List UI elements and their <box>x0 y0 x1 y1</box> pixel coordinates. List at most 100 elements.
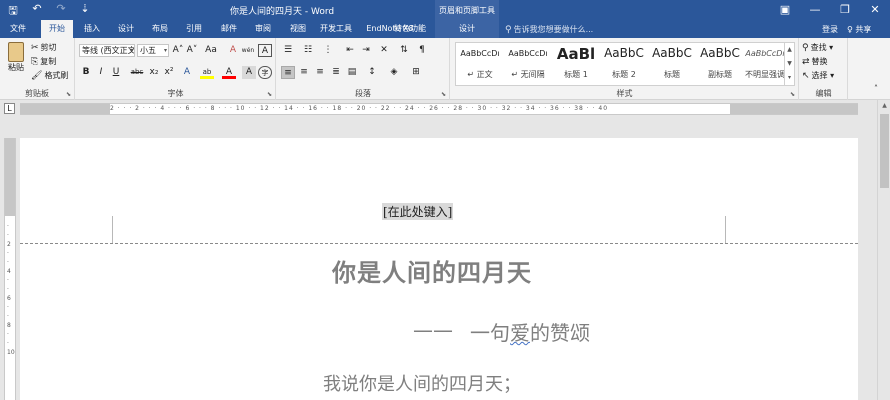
vertical-ruler[interactable]: · · 2 · · 4 · · 6 · · 8 · · 10 <box>4 138 16 400</box>
style-preview: AaBbCcDı <box>460 49 500 58</box>
scroll-up-icon[interactable]: ▲ <box>878 100 890 112</box>
character-border-button[interactable]: A <box>258 44 272 57</box>
share-button[interactable]: ♀ 共享 <box>847 24 871 35</box>
dialog-launcher-icon[interactable]: ⬊ <box>441 91 446 98</box>
sign-in-link[interactable]: 登录 <box>822 24 838 35</box>
justify-icon[interactable]: ≣ <box>329 66 343 79</box>
paste-button[interactable]: 粘贴 <box>5 42 27 73</box>
clear-formatting-button[interactable]: A <box>226 44 240 57</box>
document-subtitle[interactable]: 一句爱的赞颂 <box>470 317 590 346</box>
chevron-up-icon[interactable]: ▲ <box>785 43 794 57</box>
decrease-indent-icon[interactable]: ⇤ <box>343 44 357 57</box>
grow-font-button[interactable]: A˄ <box>171 44 185 57</box>
tab-header-footer-design[interactable]: 设计 <box>435 20 499 38</box>
font-name-dropdown[interactable]: 等线 (西文正文) ▾ <box>79 44 135 57</box>
dialog-launcher-icon[interactable]: ⬊ <box>267 91 272 98</box>
format-painter-button[interactable]: 🖌 格式刷 <box>31 70 68 81</box>
shading-icon[interactable]: ◈ <box>387 66 401 79</box>
document-title[interactable]: 你是人间的四月天 <box>332 253 532 288</box>
align-center-icon[interactable]: ≡ <box>297 66 311 79</box>
bold-button[interactable]: B <box>79 66 93 79</box>
tab-insert[interactable]: 插入 <box>78 20 106 38</box>
phonetic-guide-button[interactable]: wén <box>241 44 255 57</box>
tab-review[interactable]: 审阅 <box>249 20 277 38</box>
tab-home[interactable]: 开始 <box>41 20 73 38</box>
sort-icon[interactable]: ⇅ <box>397 44 411 57</box>
tab-file[interactable]: 文件 <box>0 20 36 38</box>
tab-layout[interactable]: 布局 <box>146 20 174 38</box>
style-name: 副标题 <box>708 70 732 79</box>
tell-me-box[interactable]: ⚲ 告诉我您想要做什么... <box>505 24 593 35</box>
font-color-button[interactable]: A <box>222 66 236 79</box>
highlight-button[interactable]: ab <box>200 66 214 79</box>
show-marks-icon[interactable]: ¶ <box>415 44 429 57</box>
dialog-launcher-icon[interactable]: ⬊ <box>66 91 71 98</box>
style-heading-1[interactable]: AaBl 标题 1 <box>552 43 600 85</box>
ribbon-display-options-icon[interactable]: ▣ <box>770 0 800 20</box>
find-button[interactable]: ⚲ 查找 ▾ <box>802 42 833 53</box>
subtitle-dash[interactable]: —— <box>413 318 453 342</box>
chevron-down-icon[interactable]: ▼ <box>785 57 794 71</box>
italic-button[interactable]: I <box>94 66 108 79</box>
font-size-dropdown[interactable]: 小五 ▾ <box>137 44 169 57</box>
undo-icon[interactable]: ↶ <box>30 2 44 21</box>
tab-selector[interactable]: L <box>4 103 15 114</box>
character-shading-button[interactable]: A <box>242 66 256 79</box>
style-subtitle[interactable]: AaBbC 副标题 <box>696 43 744 85</box>
collapse-ribbon-icon[interactable]: ˄ <box>874 84 878 93</box>
gallery-scroll[interactable]: ▲ ▼ ▾ <box>784 43 794 85</box>
change-case-button[interactable]: Aa <box>202 44 220 57</box>
dialog-launcher-icon[interactable]: ⬊ <box>790 91 795 98</box>
style-normal[interactable]: AaBbCcDı ↵ 正文 <box>456 43 504 85</box>
superscript-button[interactable]: x² <box>162 66 176 79</box>
style-heading-2[interactable]: AaBbC 标题 2 <box>600 43 648 85</box>
horizontal-ruler[interactable]: 2 · · · 2 · · · 4 · · · 6 · · · 8 · · · … <box>20 103 858 115</box>
clipboard-group: 粘贴 ✂ 剪切 ⎘ 复制 🖌 格式刷 剪贴板 ⬊ <box>0 38 75 100</box>
close-icon[interactable]: ✕ <box>860 0 890 20</box>
multilevel-list-icon[interactable]: ⋮ <box>321 44 335 57</box>
tab-developer[interactable]: 开发工具 <box>316 20 356 38</box>
more-icon[interactable]: ▾ <box>785 71 794 85</box>
borders-icon[interactable]: ⊞ <box>409 66 423 79</box>
restore-icon[interactable]: ❐ <box>830 0 860 20</box>
select-button[interactable]: ↖ 选择 ▾ <box>802 70 834 81</box>
align-right-icon[interactable]: ≡ <box>313 66 327 79</box>
quick-access-toolbar: 🖫 ↶ ↷ ⇣ <box>6 2 92 21</box>
scroll-thumb[interactable] <box>880 114 889 188</box>
text-effects-button[interactable]: A <box>180 66 194 79</box>
align-left-icon[interactable]: ≡ <box>281 66 295 79</box>
format-painter-label: 格式刷 <box>44 71 69 80</box>
customize-qat-icon[interactable]: ⇣ <box>78 2 92 21</box>
replace-button[interactable]: ⇄ 替换 <box>802 56 828 67</box>
tab-mailings[interactable]: 邮件 <box>215 20 243 38</box>
copy-button[interactable]: ⎘ 复制 <box>31 56 56 67</box>
subscript-button[interactable]: x₂ <box>147 66 161 79</box>
tab-special-features[interactable]: 特色功能 <box>387 20 433 38</box>
strikethrough-button[interactable]: abc <box>128 66 146 79</box>
tab-design[interactable]: 设计 <box>112 20 140 38</box>
line-spacing-icon[interactable]: ↕ <box>365 66 379 79</box>
numbering-icon[interactable]: ☷ <box>301 44 315 57</box>
style-title[interactable]: AaBbC 标题 <box>648 43 696 85</box>
minimize-icon[interactable]: — <box>800 0 830 20</box>
bullets-icon[interactable]: ☰ <box>281 44 295 57</box>
chevron-down-icon: ▾ <box>829 43 834 52</box>
style-no-spacing[interactable]: AaBbCcDı ↵ 无间隔 <box>504 43 552 85</box>
cut-button[interactable]: ✂ 剪切 <box>31 42 57 53</box>
style-preview: AaBl <box>556 45 596 63</box>
tab-view[interactable]: 视图 <box>284 20 312 38</box>
redo-icon[interactable]: ↷ <box>54 2 68 21</box>
poem-line[interactable]: 我说你是人间的四月天； <box>323 370 521 396</box>
enclose-characters-button[interactable]: 字 <box>258 66 272 79</box>
style-subtle-emphasis[interactable]: AaBbCcDı 不明显强调 <box>744 43 786 85</box>
styles-group-label: 样式 <box>616 89 633 98</box>
save-icon[interactable]: 🖫 <box>6 2 20 21</box>
distributed-icon[interactable]: ▤ <box>345 66 359 79</box>
underline-button[interactable]: U <box>109 66 123 79</box>
tab-references[interactable]: 引用 <box>180 20 208 38</box>
header-placeholder[interactable]: [在此处键入] <box>382 203 454 220</box>
shrink-font-button[interactable]: A˅ <box>185 44 199 57</box>
chinese-layout-icon[interactable]: ✕ <box>377 44 391 57</box>
vertical-scrollbar[interactable]: ▲ <box>877 100 890 400</box>
increase-indent-icon[interactable]: ⇥ <box>359 44 373 57</box>
